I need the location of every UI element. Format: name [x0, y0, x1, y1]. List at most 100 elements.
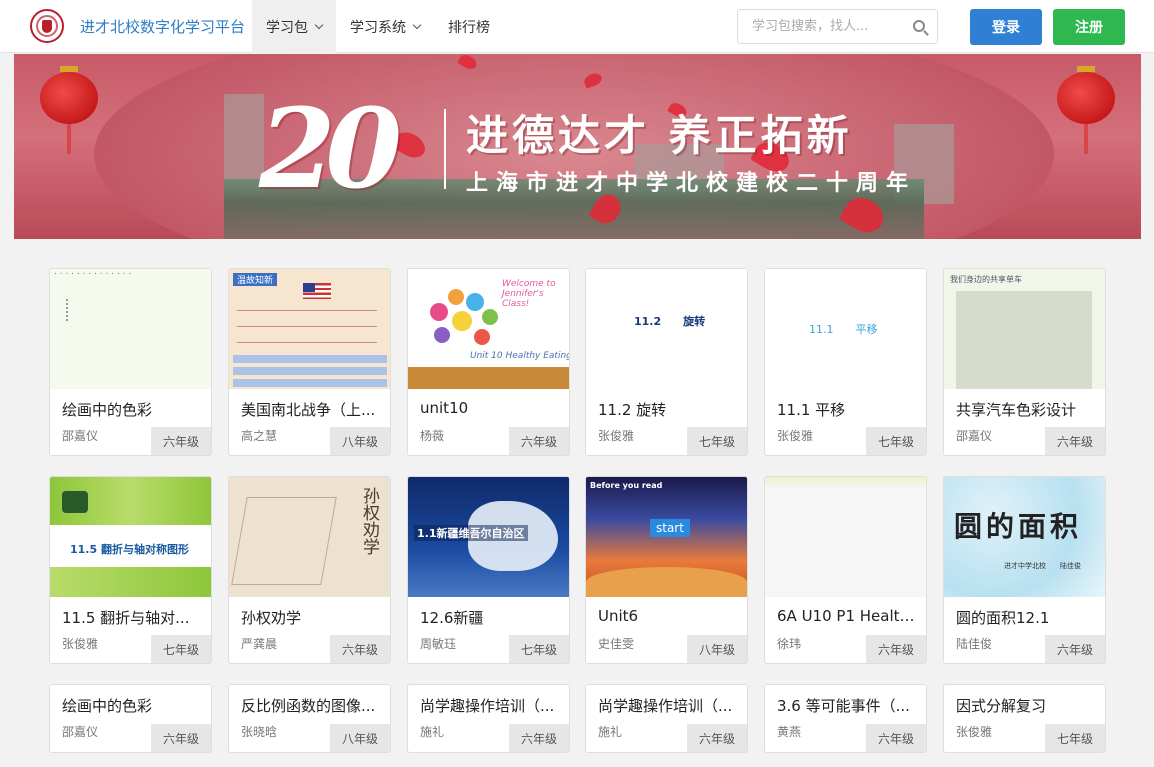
chevron-down-icon [412, 20, 422, 29]
grade-badge: 七年级 [687, 427, 747, 455]
thumb-header: 我们身边的共享单车 [950, 275, 1022, 284]
card-title[interactable]: 美国南北战争（上... [241, 399, 382, 420]
card-title[interactable]: 11.2 旋转 [598, 399, 739, 420]
learning-package-card[interactable]: 6A U10 P1 Health... 徐玮 六年级 [764, 476, 927, 664]
learning-package-card[interactable]: Welcome to Jennifer's Class! Unit 10 Hea… [407, 268, 570, 456]
grade-badge: 七年级 [1045, 724, 1105, 752]
login-button[interactable]: 登录 [970, 9, 1042, 45]
card-title[interactable]: 11.1 平移 [777, 399, 918, 420]
grade-badge: 六年级 [687, 724, 747, 752]
learning-package-card[interactable]: 因式分解复习张俊雅 七年级 [943, 684, 1106, 753]
nav-item-learning-packages[interactable]: 学习包 [252, 0, 336, 53]
card-title[interactable]: 绘画中的色彩 [62, 399, 203, 420]
card-author: 黄燕 [777, 725, 802, 739]
card-thumbnail[interactable]: 温故知新 [229, 269, 390, 389]
thumb-welcome-text: Welcome to Jennifer's Class! [502, 279, 556, 309]
card-title[interactable]: 反比例函数的图像... [241, 695, 382, 716]
nav-label: 排行榜 [448, 19, 490, 36]
card-title[interactable]: Unit6 [598, 607, 739, 625]
grade-badge: 八年级 [687, 635, 747, 663]
learning-package-card[interactable]: Before you read start Unit6 史佳雯 八年级 [585, 476, 748, 664]
card-author: 邵嘉仪 [62, 429, 99, 443]
thumb-start-text: start [650, 519, 690, 537]
grade-badge: 六年级 [151, 427, 211, 455]
learning-package-card[interactable]: 温故知新 美国南北战争（上... 高之慧 八年级 [228, 268, 391, 456]
school-logo-icon[interactable] [30, 9, 64, 43]
grade-badge: 六年级 [1045, 635, 1105, 663]
card-author: 邵嘉仪 [62, 725, 99, 739]
card-title[interactable]: 孙权劝学 [241, 607, 382, 628]
thumb-title-text: 1.1新疆维吾尔自治区 [414, 525, 528, 541]
lantern-icon [1057, 66, 1115, 154]
card-title[interactable]: 12.6新疆 [420, 607, 561, 628]
nav-label: 学习系统 [350, 19, 406, 36]
nav-item-learning-system[interactable]: 学习系统 [336, 0, 434, 53]
thumb-subtitle-text: 进才中学北校 陆佳俊 [1004, 562, 1081, 570]
learning-package-card[interactable]: 11.5 翻折与轴对称图形 11.5 翻折与轴对... 张俊雅 七年级 [49, 476, 212, 664]
grade-badge: 八年级 [330, 427, 390, 455]
learning-package-card[interactable]: 11.2 旋转 11.2 旋转 张俊雅 七年级 [585, 268, 748, 456]
grade-badge: 六年级 [509, 724, 569, 752]
card-author: 张俊雅 [777, 429, 814, 443]
learning-package-card[interactable]: 孙权劝学 孙权劝学严龚晨 六年级 [228, 476, 391, 664]
thumb-title-text: 11.2 旋转 [634, 315, 706, 328]
card-thumbnail[interactable]: 11.2 旋转 [586, 269, 747, 389]
card-author: 徐玮 [777, 637, 802, 651]
card-title[interactable]: 圆的面积12.1 [956, 607, 1097, 628]
card-title[interactable]: unit10 [420, 399, 561, 417]
grade-badge: 六年级 [866, 635, 926, 663]
card-thumbnail[interactable]: . . . . . . . . . . . . . . [50, 269, 211, 389]
card-title[interactable]: 共享汽车色彩设计 [956, 399, 1097, 420]
lantern-icon [40, 66, 98, 154]
learning-package-card[interactable]: . . . . . . . . . . . . . . 绘画中的色彩邵嘉仪 六年级 [49, 268, 212, 456]
anniversary-banner[interactable]: 20 进德达才 养正拓新 上海市进才中学北校建校二十周年 [14, 54, 1141, 239]
learning-package-card[interactable]: 尚学趣操作培训（... 施礼 六年级 [407, 684, 570, 753]
card-thumbnail[interactable]: 我们身边的共享单车 [944, 269, 1105, 389]
search-box [737, 9, 938, 44]
thumb-title-text: 圆的面积 [954, 510, 1083, 543]
card-author: 施礼 [420, 725, 445, 739]
card-thumbnail[interactable]: 圆的面积 进才中学北校 陆佳俊 [944, 477, 1105, 597]
card-thumbnail[interactable] [765, 477, 926, 597]
card-author: 陆佳俊 [956, 637, 993, 651]
learning-package-card[interactable]: 我们身边的共享单车 共享汽车色彩设计 邵嘉仪 六年级 [943, 268, 1106, 456]
card-title[interactable]: 因式分解复习 [956, 695, 1097, 716]
banner-slogan: 进德达才 养正拓新 [466, 111, 853, 160]
grade-badge: 六年级 [330, 635, 390, 663]
card-author: 高之慧 [241, 429, 278, 443]
learning-package-card[interactable]: 11.1 平移 11.1 平移 张俊雅 七年级 [764, 268, 927, 456]
card-author: 张俊雅 [956, 725, 993, 739]
card-title[interactable]: 11.5 翻折与轴对... [62, 607, 203, 628]
learning-package-card[interactable]: 尚学趣操作培训（... 施礼 六年级 [585, 684, 748, 753]
card-title[interactable]: 绘画中的色彩 [62, 695, 203, 716]
grade-badge: 八年级 [330, 724, 390, 752]
nav-item-leaderboard[interactable]: 排行榜 [434, 0, 504, 53]
grade-badge: 六年级 [509, 427, 569, 455]
card-author: 严龚晨 [241, 637, 278, 651]
card-thumbnail[interactable]: Welcome to Jennifer's Class! Unit 10 Hea… [408, 269, 569, 389]
learning-package-card[interactable]: 1.1新疆维吾尔自治区 12.6新疆 周敏珏 七年级 [407, 476, 570, 664]
banner-anniversary-number: 20 [259, 84, 402, 213]
card-thumbnail[interactable]: 1.1新疆维吾尔自治区 [408, 477, 569, 597]
learning-package-card[interactable]: 反比例函数的图像... 张晓晗 八年级 [228, 684, 391, 753]
card-thumbnail[interactable]: Before you read start [586, 477, 747, 597]
learning-package-card[interactable]: 3.6 等可能事件（... 黄燕 六年级 [764, 684, 927, 753]
register-button[interactable]: 注册 [1053, 9, 1125, 45]
card-title[interactable]: 尚学趣操作培训（... [420, 695, 561, 716]
card-thumbnail[interactable]: 孙权劝学 [229, 477, 390, 597]
site-title[interactable]: 进才北校数字化学习平台 [80, 16, 245, 37]
card-title[interactable]: 6A U10 P1 Health... [777, 607, 918, 625]
card-thumbnail[interactable]: 11.5 翻折与轴对称图形 [50, 477, 211, 597]
card-author: 张晓晗 [241, 725, 278, 739]
search-input[interactable] [738, 10, 908, 43]
search-icon[interactable] [913, 20, 925, 32]
card-author: 施礼 [598, 725, 623, 739]
thumb-title-text: 11.1 平移 [809, 323, 878, 336]
card-title[interactable]: 尚学趣操作培训（... [598, 695, 739, 716]
learning-package-card[interactable]: 绘画中的色彩 邵嘉仪 六年级 [49, 684, 212, 753]
learning-package-card[interactable]: 圆的面积 进才中学北校 陆佳俊 圆的面积12.1 陆佳俊 六年级 [943, 476, 1106, 664]
card-thumbnail[interactable]: 11.1 平移 [765, 269, 926, 389]
card-title[interactable]: 3.6 等可能事件（... [777, 695, 918, 716]
card-author: 杨薇 [420, 429, 445, 443]
thumb-header: 温故知新 [233, 273, 278, 286]
